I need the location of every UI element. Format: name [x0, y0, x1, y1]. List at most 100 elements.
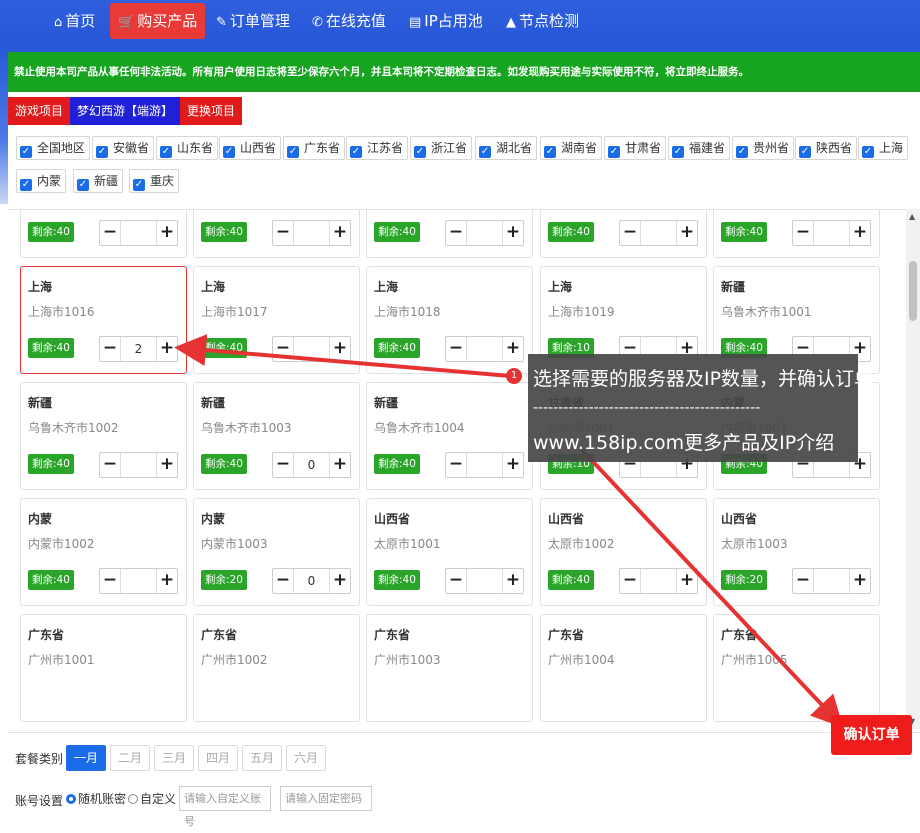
region-checkbox[interactable]: ✓ 山东省 — [156, 136, 219, 160]
quantity-stepper[interactable]: − + — [792, 220, 871, 246]
quantity-input[interactable]: 0 — [293, 569, 330, 593]
nav-node-check[interactable]: ▲ 节点检测 — [498, 3, 587, 39]
minus-icon[interactable]: − — [446, 453, 466, 477]
server-card[interactable]: 剩余:40− + — [713, 210, 880, 258]
server-card[interactable]: 广东省 广州市1002 — [193, 614, 360, 722]
minus-icon[interactable]: − — [100, 221, 120, 245]
quantity-stepper[interactable]: −2 + — [99, 336, 178, 362]
fixed-password-input[interactable]: 请输入固定密码 — [280, 786, 372, 811]
custom-account-input[interactable]: 请输入自定义账号 — [179, 786, 271, 828]
region-checkbox[interactable]: ✓ 安徽省 — [92, 136, 155, 160]
month-option[interactable]: 五月 — [242, 745, 282, 771]
server-card[interactable]: 山西省 太原市1003 剩余:20− + — [713, 498, 880, 606]
server-card[interactable]: 广东省 广州市1005 — [713, 614, 880, 722]
quantity-stepper[interactable]: − + — [445, 452, 524, 478]
quantity-input[interactable]: 0 — [293, 453, 330, 477]
month-option[interactable]: 三月 — [154, 745, 194, 771]
quantity-input[interactable] — [640, 221, 677, 245]
quantity-input[interactable] — [120, 221, 157, 245]
region-checkbox[interactable]: ✓ 贵州省 — [732, 136, 795, 160]
region-checkbox[interactable]: ✓ 内蒙 — [16, 169, 67, 193]
minus-icon[interactable]: − — [273, 221, 293, 245]
quantity-stepper[interactable]: − + — [445, 220, 524, 246]
minus-icon[interactable]: − — [620, 221, 640, 245]
region-checkbox[interactable]: ✓ 全国地区 — [16, 136, 91, 160]
server-card[interactable]: 新疆 乌鲁木齐市1002 剩余:40− + — [20, 382, 187, 490]
quantity-stepper[interactable]: − + — [445, 568, 524, 594]
region-checkbox[interactable]: ✓ 陕西省 — [795, 136, 858, 160]
region-checkbox[interactable]: ✓ 浙江省 — [410, 136, 473, 160]
quantity-input[interactable] — [466, 337, 503, 361]
server-card[interactable]: 广东省 广州市1004 — [540, 614, 707, 722]
plus-icon[interactable]: + — [503, 221, 523, 245]
plus-icon[interactable]: + — [677, 569, 697, 593]
confirm-order-button[interactable]: 确认订单 — [831, 715, 912, 755]
quantity-input[interactable] — [120, 453, 157, 477]
minus-icon[interactable]: − — [446, 221, 466, 245]
server-card[interactable]: 山西省 太原市1001 剩余:40− + — [366, 498, 533, 606]
month-option[interactable]: 一月 — [66, 745, 106, 771]
server-card[interactable]: 上海 上海市1018 剩余:40− + — [366, 266, 533, 374]
server-card[interactable]: 剩余:40− + — [366, 210, 533, 258]
quantity-stepper[interactable]: − + — [99, 568, 178, 594]
quantity-input[interactable] — [293, 221, 330, 245]
region-checkbox[interactable]: ✓ 上海 — [858, 136, 909, 160]
plus-icon[interactable]: + — [850, 569, 870, 593]
month-option[interactable]: 六月 — [286, 745, 326, 771]
nav-buy-products[interactable]: 🛒 购买产品 — [110, 3, 206, 39]
plus-icon[interactable]: + — [850, 221, 870, 245]
quantity-stepper[interactable]: − + — [99, 452, 178, 478]
region-checkbox[interactable]: ✓ 甘肃省 — [604, 136, 667, 160]
quantity-stepper[interactable]: −0 + — [272, 568, 351, 594]
minus-icon[interactable]: − — [273, 453, 293, 477]
quantity-input[interactable]: 2 — [120, 337, 157, 361]
region-checkbox[interactable]: ✓ 福建省 — [668, 136, 731, 160]
quantity-input[interactable] — [466, 221, 503, 245]
grid-scrollbar[interactable]: ▲ ▼ — [906, 209, 920, 729]
server-card[interactable]: 内蒙 内蒙市1002 剩余:40− + — [20, 498, 187, 606]
nav-recharge[interactable]: ✆ 在线充值 — [304, 3, 394, 39]
plus-icon[interactable]: + — [677, 221, 697, 245]
minus-icon[interactable]: − — [273, 337, 293, 361]
minus-icon[interactable]: − — [100, 453, 120, 477]
plus-icon[interactable]: + — [503, 337, 523, 361]
plus-icon[interactable]: + — [330, 569, 350, 593]
nav-home[interactable]: ⌂ 首页 — [46, 3, 103, 39]
plus-icon[interactable]: + — [330, 337, 350, 361]
change-project-button[interactable]: 更换项目 — [180, 97, 243, 125]
quantity-stepper[interactable]: − + — [619, 568, 698, 594]
server-card[interactable]: 剩余:40− + — [193, 210, 360, 258]
plus-icon[interactable]: + — [157, 453, 177, 477]
minus-icon[interactable]: − — [793, 221, 813, 245]
server-card[interactable]: 剩余:40− + — [20, 210, 187, 258]
nav-ip-pool[interactable]: ▤ IP占用池 — [401, 3, 491, 39]
plus-icon[interactable]: + — [503, 569, 523, 593]
minus-icon[interactable]: − — [100, 569, 120, 593]
quantity-stepper[interactable]: − + — [619, 220, 698, 246]
quantity-input[interactable] — [813, 569, 850, 593]
plus-icon[interactable]: + — [157, 337, 177, 361]
plus-icon[interactable]: + — [330, 453, 350, 477]
scroll-up-icon[interactable]: ▲ — [909, 212, 915, 221]
server-card[interactable]: 上海 上海市1017 剩余:40− + — [193, 266, 360, 374]
minus-icon[interactable]: − — [620, 569, 640, 593]
region-checkbox[interactable]: ✓ 湖南省 — [540, 136, 603, 160]
region-checkbox[interactable]: ✓ 广东省 — [283, 136, 346, 160]
minus-icon[interactable]: − — [446, 569, 466, 593]
quantity-stepper[interactable]: − + — [99, 220, 178, 246]
nav-orders[interactable]: ✎ 订单管理 — [208, 3, 298, 39]
server-card[interactable]: 上海 上海市1016 剩余:40 −2 + — [20, 266, 187, 374]
radio-random-account[interactable]: 随机账密 — [66, 790, 126, 807]
region-checkbox[interactable]: ✓ 重庆 — [129, 169, 180, 193]
plus-icon[interactable]: + — [157, 569, 177, 593]
plus-icon[interactable]: + — [330, 221, 350, 245]
server-card[interactable]: 新疆 乌鲁木齐市1003 剩余:40 −0 + — [193, 382, 360, 490]
server-card[interactable]: 山西省 太原市1002 剩余:40− + — [540, 498, 707, 606]
month-option[interactable]: 二月 — [110, 745, 150, 771]
quantity-input[interactable] — [813, 221, 850, 245]
server-card[interactable]: 内蒙 内蒙市1003 剩余:20 −0 + — [193, 498, 360, 606]
plus-icon[interactable]: + — [503, 453, 523, 477]
minus-icon[interactable]: − — [793, 569, 813, 593]
quantity-input[interactable] — [293, 337, 330, 361]
quantity-stepper[interactable]: − + — [445, 336, 524, 362]
